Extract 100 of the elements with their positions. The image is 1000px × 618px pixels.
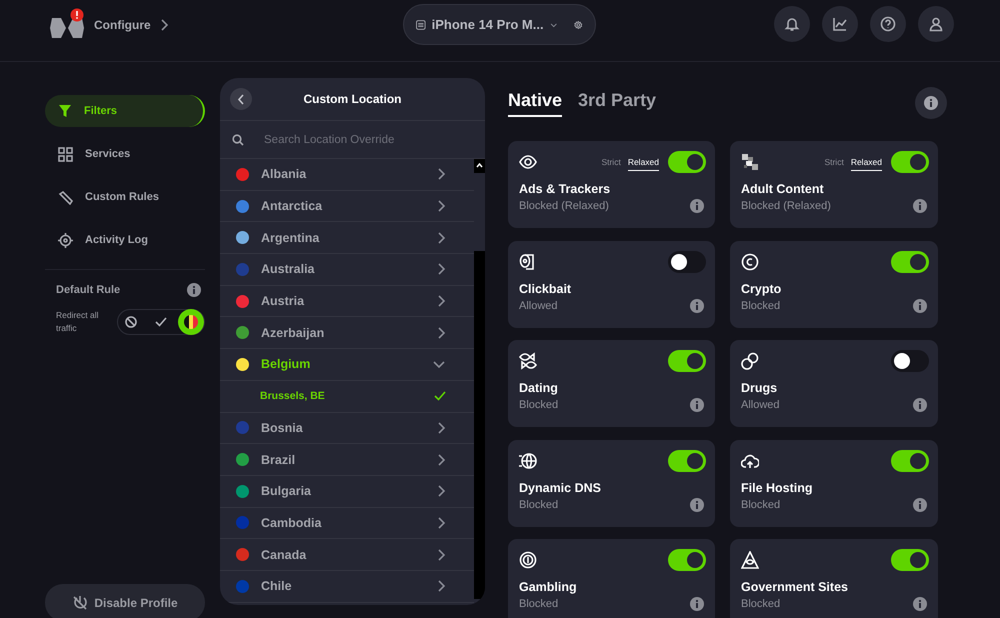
chevron-right-icon — [158, 18, 169, 32]
toggle-switch[interactable] — [891, 151, 929, 173]
chevron-down-icon — [432, 359, 446, 370]
nav-item[interactable]: Activity Log — [45, 224, 205, 256]
pyramid-eye-icon — [741, 551, 759, 569]
country-item[interactable]: Argentina — [220, 222, 474, 254]
info-button[interactable] — [915, 87, 947, 119]
mode-option[interactable]: Strict — [601, 154, 621, 170]
info-icon[interactable] — [690, 597, 704, 611]
coin-icon — [741, 252, 759, 270]
info-icon[interactable] — [913, 298, 927, 312]
country-item[interactable]: Bosnia — [220, 412, 474, 444]
globe-icon — [519, 452, 537, 470]
blocked-icon — [125, 316, 137, 328]
mode-option[interactable]: Strict — [824, 154, 844, 170]
mode-option[interactable]: Relaxed — [628, 154, 659, 170]
rule-option[interactable] — [178, 309, 204, 336]
filter-name: Ads & Trackers — [519, 182, 612, 196]
panel-title: Custom Location — [302, 92, 402, 106]
device-selector[interactable]: iPhone 14 Pro M... — [403, 4, 596, 45]
country-item[interactable]: Chile — [220, 570, 474, 603]
logo-icon[interactable] — [50, 16, 84, 40]
chevron-right-icon — [436, 548, 446, 562]
info-icon[interactable] — [690, 298, 704, 312]
help-icon — [880, 16, 896, 32]
tab[interactable]: 3rd Party — [578, 90, 656, 116]
filter-status: Blocked — [741, 300, 780, 312]
eye-icon — [519, 153, 537, 171]
filter-name: File Hosting — [741, 480, 814, 494]
info-icon[interactable] — [690, 199, 704, 213]
chevron-left-icon — [237, 94, 245, 104]
toggle-switch[interactable] — [668, 350, 706, 372]
chevron-right-icon — [436, 167, 446, 182]
toggle-switch[interactable] — [891, 549, 929, 571]
filter-status: Blocked (Relaxed) — [519, 200, 609, 212]
info-icon[interactable] — [690, 498, 704, 512]
chevron-right-icon — [436, 199, 446, 214]
country-item[interactable]: Brazil — [220, 444, 474, 476]
tab[interactable]: Native — [508, 90, 562, 116]
filter-name: Crypto — [741, 282, 782, 296]
nav-item[interactable]: Services — [45, 138, 205, 170]
filter-status: Blocked — [519, 498, 558, 510]
country-item[interactable]: Cambodia — [220, 508, 474, 540]
country-item[interactable]: Azerbaijan — [220, 317, 474, 350]
grid-icon — [58, 146, 73, 162]
toggle-switch[interactable] — [891, 450, 929, 472]
filter-status: Allowed — [519, 300, 558, 312]
toggle-switch[interactable] — [668, 450, 706, 472]
chevron-right-icon — [436, 484, 446, 498]
mode-option[interactable]: Relaxed — [850, 154, 882, 170]
chevron-right-icon — [436, 579, 446, 594]
chevron-right-icon — [436, 262, 446, 276]
country-item[interactable]: Antarctica — [220, 190, 474, 222]
statistics-button[interactable] — [822, 6, 858, 42]
info-icon[interactable] — [913, 398, 927, 412]
fish-icon — [519, 352, 537, 370]
filter-name: Dynamic DNS — [519, 480, 602, 494]
nav-item[interactable]: Custom Rules — [45, 181, 205, 213]
breadcrumb-link[interactable]: Configure — [94, 18, 151, 32]
chevron-right-icon — [436, 452, 446, 467]
info-icon[interactable] — [690, 398, 704, 412]
toggle-switch[interactable] — [668, 549, 706, 571]
info-icon[interactable] — [913, 199, 927, 213]
section-title: Default Rule — [56, 284, 120, 296]
filter-name: Adult Content — [741, 182, 825, 196]
country-item[interactable]: Bulgaria — [220, 476, 474, 508]
info-icon[interactable] — [913, 597, 927, 611]
account-button[interactable] — [918, 6, 954, 42]
filter-status: Blocked (Relaxed) — [741, 200, 831, 212]
toggle-switch[interactable] — [891, 250, 929, 272]
filter-name: Government Sites — [741, 580, 849, 594]
toggle-switch[interactable] — [668, 151, 706, 173]
pixelated-icon — [741, 153, 759, 171]
filter-name: Drugs — [741, 381, 778, 395]
back-button[interactable] — [230, 88, 252, 110]
belgium-flag-icon — [184, 315, 198, 330]
chevron-right-icon — [436, 420, 446, 435]
country-item[interactable]: Belgium — [220, 349, 474, 381]
info-icon[interactable] — [187, 283, 201, 297]
country-item[interactable]: Australia — [220, 254, 474, 286]
chevron-right-icon — [436, 294, 446, 308]
filter-name: Gambling — [519, 580, 578, 594]
pills-icon — [741, 352, 759, 370]
chevron-right-icon — [436, 516, 446, 530]
toggle-switch[interactable] — [891, 350, 929, 372]
disable-profile-button[interactable]: Disable Profile — [45, 584, 205, 618]
search-field[interactable]: Search Location Override — [264, 134, 471, 146]
filter-status: Blocked — [741, 598, 780, 610]
paper-roll-icon — [519, 252, 537, 270]
country-item[interactable]: Albania — [220, 159, 474, 191]
nav-item[interactable]: Filters — [45, 95, 205, 127]
chevron-right-icon — [436, 326, 446, 340]
info-icon[interactable] — [913, 498, 927, 512]
country-item[interactable]: Austria — [220, 286, 474, 318]
notifications-button[interactable] — [774, 6, 810, 42]
checkmark-icon — [434, 391, 446, 402]
toggle-switch[interactable] — [668, 250, 706, 272]
help-button[interactable] — [870, 6, 906, 42]
filter-status: Allowed — [741, 399, 780, 411]
country-item[interactable]: Canada — [220, 539, 474, 571]
